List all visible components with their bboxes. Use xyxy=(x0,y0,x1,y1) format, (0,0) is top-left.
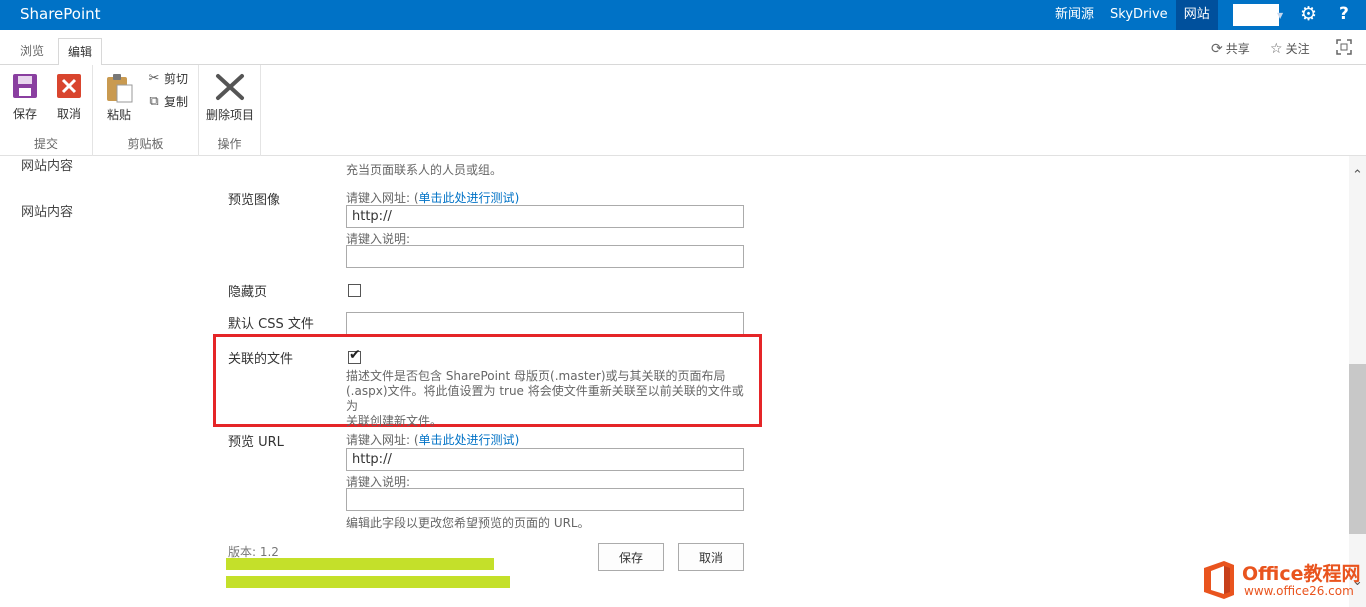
preview-url-input[interactable] xyxy=(346,448,744,471)
redaction-mark-2 xyxy=(226,576,510,588)
ribbon-save-button[interactable]: 保存 xyxy=(5,73,45,122)
suite-link-newsfeed[interactable]: 新闻源 xyxy=(1047,0,1102,30)
default-css-label: 默认 CSS 文件 xyxy=(228,313,314,332)
ribbon-group-clipboard-label: 剪贴板 xyxy=(93,135,198,152)
cancel-icon xyxy=(56,73,82,99)
preview-image-test-link[interactable]: 单击此处进行测试 xyxy=(419,191,515,205)
focus-content-button[interactable] xyxy=(1336,39,1352,55)
associated-file-desc-line2: (.aspx)文件。将此值设置为 true 将会使文件重新关联至以前关联的文件或… xyxy=(346,384,746,414)
ribbon-cut-label: 剪切 xyxy=(164,70,188,87)
associated-file-desc-line3: 关联创建新文件。 xyxy=(346,414,746,429)
preview-image-url-input[interactable] xyxy=(346,205,744,228)
preview-image-url-close: ) xyxy=(515,191,520,205)
suite-links: 新闻源 SkyDrive 网站 xyxy=(1047,0,1218,30)
ribbon-cancel-label: 取消 xyxy=(49,105,89,122)
vertical-scrollbar[interactable]: ⌃ ⌄ xyxy=(1349,156,1366,607)
default-css-input[interactable] xyxy=(346,312,744,335)
associated-file-label: 关联的文件 xyxy=(228,348,293,367)
preview-url-help: 编辑此字段以更改您希望预览的页面的 URL。 xyxy=(346,514,590,531)
tab-edit[interactable]: 编辑 xyxy=(58,38,102,66)
preview-image-url-prompt-text: 请键入网址: ( xyxy=(346,191,419,205)
scrollbar-thumb[interactable] xyxy=(1349,364,1366,534)
redaction-mark-1 xyxy=(226,558,494,570)
ribbon-group-clipboard: 粘贴 ✂ 剪切 ⧉ 复制 剪贴板 xyxy=(93,65,199,156)
scissors-icon: ✂ xyxy=(146,71,162,86)
ribbon-group-commit-label: 提交 xyxy=(0,135,92,152)
follow-button[interactable]: ☆ 关注 xyxy=(1270,40,1310,57)
preview-image-desc-input[interactable] xyxy=(346,245,744,268)
user-menu[interactable] xyxy=(1233,4,1279,26)
preview-image-url-prompt: 请键入网址: (单击此处进行测试) xyxy=(346,189,519,206)
ribbon-delete-label: 删除项目 xyxy=(202,106,258,123)
share-icon: ⟳ xyxy=(1211,41,1223,57)
ribbon-paste-label: 粘贴 xyxy=(99,106,139,123)
checkmark-icon: ✔ xyxy=(349,347,361,363)
office-logo-icon xyxy=(1200,559,1238,601)
leftnav-site-contents-1[interactable]: 网站内容 xyxy=(21,155,73,174)
share-label: 共享 xyxy=(1226,40,1250,57)
ribbon-tab-row: 浏览 编辑 ⟳ 共享 ☆ 关注 xyxy=(0,30,1366,65)
associated-file-description: 描述文件是否包含 SharePoint 母版页(.master)或与其关联的页面… xyxy=(346,369,746,429)
scroll-up-icon[interactable]: ⌃ xyxy=(1352,168,1363,183)
preview-url-prompt: 请键入网址: (单击此处进行测试) xyxy=(346,431,519,448)
save-icon xyxy=(12,73,38,99)
associated-file-desc-line1: 描述文件是否包含 SharePoint 母版页(.master)或与其关联的页面… xyxy=(346,369,746,384)
ribbon-copy-label: 复制 xyxy=(164,93,188,110)
tab-browse[interactable]: 浏览 xyxy=(11,38,53,66)
preview-url-prompt-text: 请键入网址: ( xyxy=(346,433,419,447)
save-button[interactable]: 保存 xyxy=(598,543,664,571)
watermark-name: Office教程网 xyxy=(1242,559,1361,586)
ribbon-group-actions: 删除项目 操作 xyxy=(199,65,261,156)
preview-url-desc-input[interactable] xyxy=(346,488,744,511)
paste-icon xyxy=(104,73,134,103)
ribbon-group-commit: 保存 取消 提交 xyxy=(0,65,93,156)
ribbon-copy-button[interactable]: ⧉ 复制 xyxy=(146,93,188,110)
user-menu-arrow-icon[interactable]: ▼ xyxy=(1277,11,1283,20)
ribbon-save-label: 保存 xyxy=(5,105,45,122)
follow-label: 关注 xyxy=(1286,40,1310,57)
ribbon-paste-button[interactable]: 粘贴 xyxy=(99,73,139,123)
preview-url-test-link[interactable]: 单击此处进行测试 xyxy=(419,433,515,447)
ribbon-group-actions-label: 操作 xyxy=(199,135,260,152)
preview-image-label: 预览图像 xyxy=(228,189,280,208)
copy-icon: ⧉ xyxy=(146,94,162,109)
brand-title[interactable]: SharePoint xyxy=(20,5,101,23)
star-icon: ☆ xyxy=(1270,41,1283,57)
hidden-page-checkbox[interactable] xyxy=(348,284,361,297)
focus-content-icon xyxy=(1336,39,1352,55)
help-icon[interactable]: ? xyxy=(1339,4,1349,24)
leftnav-site-contents-2[interactable]: 网站内容 xyxy=(21,201,73,220)
ribbon-delete-button[interactable]: 删除项目 xyxy=(202,73,258,123)
cancel-button[interactable]: 取消 xyxy=(678,543,744,571)
preview-url-close: ) xyxy=(515,433,520,447)
delete-icon xyxy=(215,73,245,101)
suite-link-sites[interactable]: 网站 xyxy=(1176,0,1218,30)
suite-bar: SharePoint 新闻源 SkyDrive 网站 ▼ ⚙ ? xyxy=(0,0,1366,30)
share-button[interactable]: ⟳ 共享 xyxy=(1211,40,1250,57)
watermark: Office教程网 www.office26.com xyxy=(1200,557,1360,603)
associated-file-checkbox[interactable]: ✔ xyxy=(348,351,361,364)
ribbon-cut-button[interactable]: ✂ 剪切 xyxy=(146,70,188,87)
gear-icon[interactable]: ⚙ xyxy=(1300,3,1317,25)
ribbon: 保存 取消 提交 粘贴 ✂ 剪切 ⧉ 复制 剪贴板 xyxy=(0,65,1366,156)
contact-description: 充当页面联系人的人员或组。 xyxy=(346,161,502,178)
hidden-page-label: 隐藏页 xyxy=(228,281,267,300)
ribbon-cancel-button[interactable]: 取消 xyxy=(49,73,89,122)
suite-link-skydrive[interactable]: SkyDrive xyxy=(1102,0,1176,30)
watermark-url: www.office26.com xyxy=(1244,584,1354,598)
preview-url-label: 预览 URL xyxy=(228,431,284,450)
